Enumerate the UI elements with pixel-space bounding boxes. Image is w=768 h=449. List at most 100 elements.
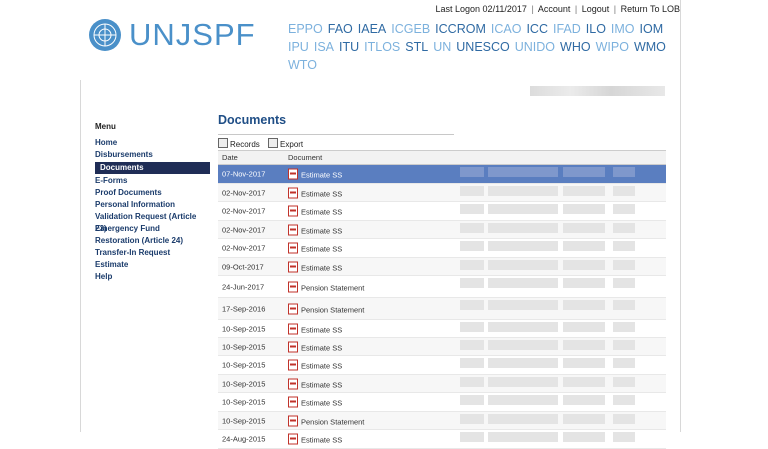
org-label: ILO <box>585 22 606 36</box>
table-row[interactable]: 09-Oct-2017 Estimate SS <box>218 258 666 276</box>
menu-item-restoration-article-24[interactable]: Restoration (Article 24) <box>95 235 210 247</box>
redacted-cell <box>563 223 605 233</box>
table-row[interactable]: 02-Nov-2017 Estimate SS <box>218 184 666 202</box>
return-to-lob-link[interactable]: Return To LOB <box>621 4 680 14</box>
table-row[interactable]: 02-Nov-2017 Estimate SS <box>218 221 666 239</box>
redacted-cell <box>613 322 635 332</box>
table-row[interactable]: 10-Sep-2015 Estimate SS <box>218 338 666 356</box>
table-row[interactable]: 24-Jun-2017 Pension Statement <box>218 276 666 298</box>
table-row[interactable]: 07-Nov-2017 Estimate SS <box>218 165 666 184</box>
pdf-icon <box>288 281 298 292</box>
org-label: FAO <box>327 22 353 36</box>
menu-item-personal-information[interactable]: Personal Information <box>95 199 210 211</box>
row-document-label: Pension Statement <box>301 305 365 314</box>
menu-item-emergency-fund[interactable]: Emergency Fund <box>95 223 210 235</box>
table-header: Date Document <box>218 150 666 165</box>
row-document-link[interactable]: Estimate SS <box>288 396 343 408</box>
row-document-label: Estimate SS <box>301 226 343 235</box>
row-document-link[interactable]: Estimate SS <box>288 433 342 445</box>
row-document-link[interactable]: Estimate SS <box>288 205 343 217</box>
left-gutter <box>0 0 81 432</box>
row-document-label: Estimate SS <box>301 398 343 408</box>
row-document-link[interactable]: Pension Statement <box>288 303 364 314</box>
redacted-cell <box>460 223 484 233</box>
redacted-cell <box>460 260 484 270</box>
menu-item-proof-documents[interactable]: Proof Documents <box>95 187 210 199</box>
row-document-link[interactable]: Estimate SS <box>288 261 342 272</box>
pdf-icon <box>288 224 298 235</box>
menu-item-documents[interactable]: Documents <box>95 162 210 174</box>
table-row[interactable]: 02-Nov-2017 Estimate SS <box>218 202 666 221</box>
row-document-link[interactable]: Estimate SS <box>288 359 342 371</box>
org-label: IFAD <box>552 22 581 36</box>
column-document[interactable]: Document <box>288 151 322 164</box>
pdf-icon <box>288 261 298 272</box>
redacted-cell <box>488 358 558 368</box>
redacted-cell <box>563 186 605 196</box>
row-document-link[interactable]: Estimate SS <box>288 187 342 198</box>
pdf-icon <box>288 415 298 426</box>
row-document-link[interactable]: Pension Statement <box>288 415 364 426</box>
redacted-cell <box>488 432 558 442</box>
row-document-link[interactable]: Estimate SS <box>288 341 342 352</box>
row-date: 10-Sep-2015 <box>222 397 266 407</box>
redacted-cell <box>488 167 558 177</box>
row-date: 24-Aug-2015 <box>222 434 266 444</box>
redacted-cell <box>460 414 484 424</box>
org-label: IMO <box>610 22 635 36</box>
menu-item-disbursements[interactable]: Disbursements <box>95 149 210 161</box>
redacted-cell <box>613 278 635 288</box>
redacted-cell <box>460 395 484 405</box>
row-document-label: Estimate SS <box>301 207 343 217</box>
table-row[interactable]: 10-Sep-2015 Estimate SS <box>218 356 666 375</box>
redacted-cell <box>488 377 558 387</box>
row-document-link[interactable]: Pension Statement <box>288 281 364 292</box>
table-row[interactable]: 17-Sep-2016 Pension Statement <box>218 298 666 320</box>
row-document-link[interactable]: Estimate SS <box>288 168 342 180</box>
org-label: ITLOS <box>364 40 401 54</box>
redacted-cell <box>488 241 558 251</box>
row-document-label: Estimate SS <box>301 343 343 352</box>
column-date[interactable]: Date <box>222 151 238 164</box>
redacted-cell <box>613 395 635 405</box>
redacted-cell <box>460 377 484 387</box>
redacted-user-info <box>530 86 665 96</box>
redacted-cell <box>460 186 484 196</box>
table-row[interactable]: 10-Sep-2015 Estimate SS <box>218 375 666 393</box>
table-row[interactable]: 10-Sep-2015 Estimate SS <box>218 320 666 338</box>
row-document-link[interactable]: Estimate SS <box>288 323 342 334</box>
logout-link[interactable]: Logout <box>582 4 610 14</box>
menu-item-transfer-in-request[interactable]: Transfer-In Request <box>95 247 210 259</box>
redacted-cell <box>613 300 635 310</box>
table-row[interactable]: 10-Sep-2015 Pension Statement <box>218 412 666 430</box>
row-document-label: Estimate SS <box>301 189 343 198</box>
table-row[interactable]: 10-Sep-2015 Estimate SS <box>218 393 666 412</box>
last-logon-text: Last Logon 02/11/2017 <box>435 4 527 14</box>
row-document-link[interactable]: Estimate SS <box>288 224 342 235</box>
org-label: WMO <box>633 40 666 54</box>
menu-item-estimate[interactable]: Estimate <box>95 259 210 271</box>
org-label: ICGEB <box>391 22 431 36</box>
org-label: UNESCO <box>456 40 510 54</box>
org-label: ISA <box>313 40 334 54</box>
redacted-cell <box>488 223 558 233</box>
account-link[interactable]: Account <box>538 4 571 14</box>
page: Last Logon 02/11/2017 | Account | Logout… <box>0 0 768 449</box>
row-document-link[interactable]: Estimate SS <box>288 242 342 254</box>
menu-item-home[interactable]: Home <box>95 137 210 149</box>
redacted-cell <box>613 204 635 214</box>
table-row[interactable]: 02-Nov-2017 Estimate SS <box>218 239 666 258</box>
pdf-icon <box>288 359 298 371</box>
menu-item-validation-request-article-23[interactable]: Validation Request (Article 23) <box>95 211 210 233</box>
menu-item-help[interactable]: Help <box>95 271 210 283</box>
row-date: 02-Nov-2017 <box>222 243 266 253</box>
header: Last Logon 02/11/2017 | Account | Logout… <box>80 0 680 80</box>
org-label: ICC <box>526 22 548 36</box>
member-organizations: EPPO FAO IAEA ICGEB ICCROM ICAO ICC IFAD ILO IMO I… <box>288 20 680 74</box>
redacted-cell <box>563 322 605 332</box>
menu-item-e-forms[interactable]: E-Forms <box>95 175 210 187</box>
redacted-cell <box>460 300 484 310</box>
row-document-link[interactable]: Estimate SS <box>288 378 342 389</box>
table-row[interactable]: 24-Aug-2015 Estimate SS <box>218 430 666 449</box>
table-toolbar: Records Export <box>218 138 666 150</box>
